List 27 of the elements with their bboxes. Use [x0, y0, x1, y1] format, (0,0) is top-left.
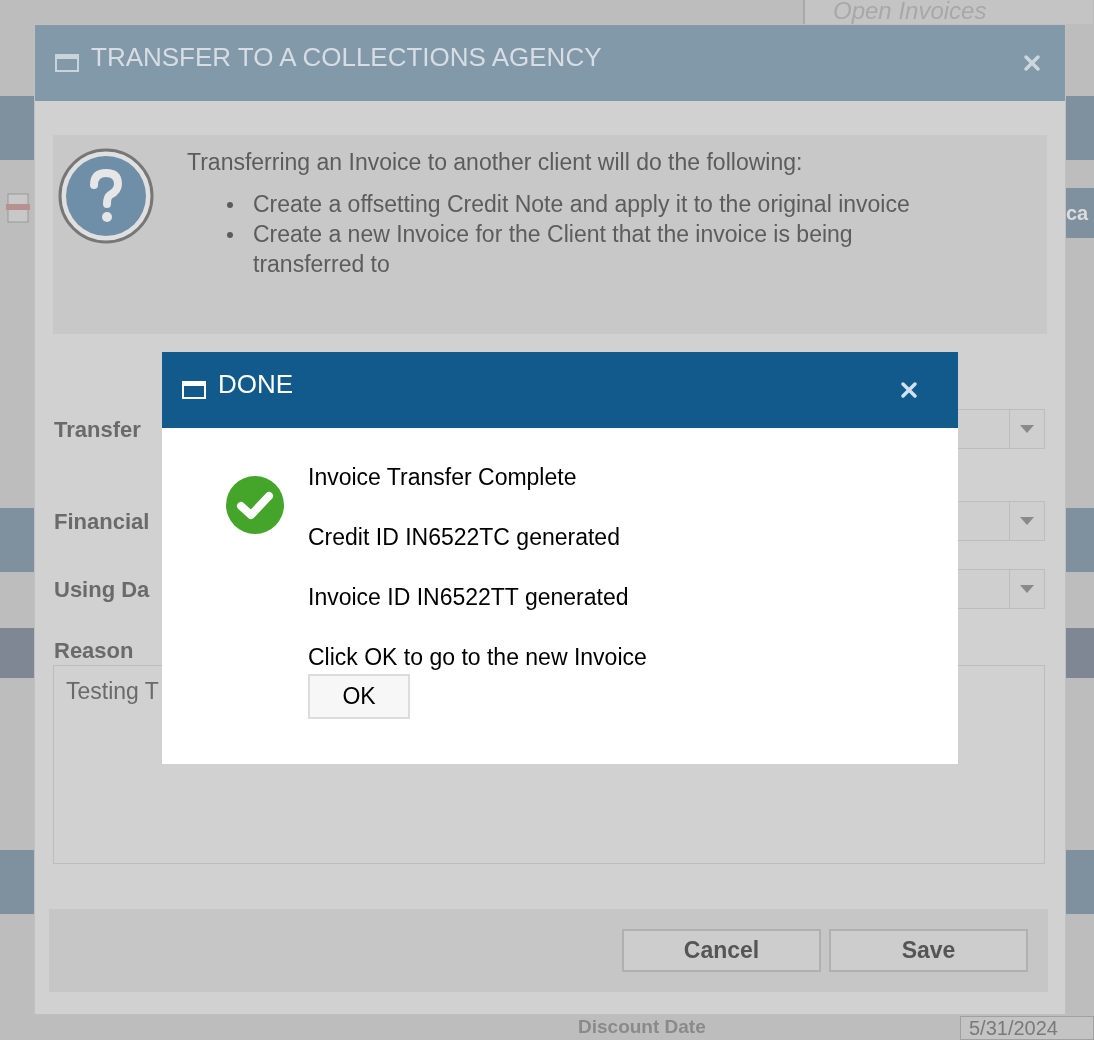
cancel-button[interactable]: Cancel [622, 929, 821, 972]
field-label: Reason [54, 637, 134, 665]
field-label: Financial [54, 508, 150, 536]
side-button[interactable]: ca [1066, 188, 1094, 238]
ok-button[interactable]: OK [308, 674, 410, 719]
info-item: Create a offsetting Credit Note and apply it to the original invoice [253, 190, 910, 219]
save-button[interactable]: Save [829, 929, 1028, 972]
field-label: Using Da [54, 576, 150, 604]
info-item: Create a new Invoice for the Client that the invoice is being transferred to [253, 220, 854, 279]
field-label: Transfer [54, 416, 141, 444]
caret-icon [1020, 425, 1034, 433]
message-text: Credit ID IN6522TC generated [308, 523, 621, 552]
dialog-title: TRANSFER TO A COLLECTIONS AGENCY [91, 40, 603, 74]
bullet-icon [227, 232, 233, 238]
bullet-icon [227, 202, 233, 208]
caret-icon [1020, 517, 1034, 525]
help-icon [57, 147, 155, 245]
date-field[interactable]: 5/31/2024 [960, 1016, 1094, 1040]
message-text: Invoice Transfer Complete [308, 463, 578, 492]
info-text: Transferring an Invoice to another client will do the following: [187, 148, 804, 177]
message-text: Invoice ID IN6522TT generated [308, 583, 630, 612]
dialog-title: DONE [218, 367, 295, 401]
pdf-icon [4, 192, 32, 224]
window-icon [55, 53, 79, 73]
check-icon [226, 476, 284, 534]
window-icon [182, 380, 206, 400]
caret-icon [1020, 585, 1034, 593]
